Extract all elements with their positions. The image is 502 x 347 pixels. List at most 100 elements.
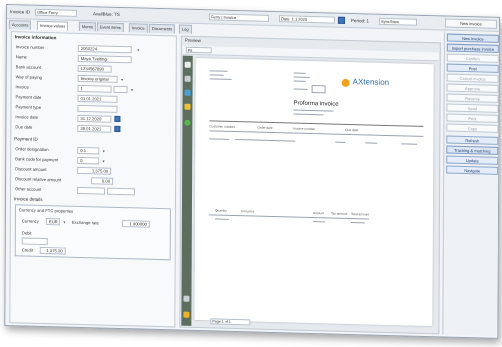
post-button[interactable]: Post bbox=[446, 63, 499, 73]
debit-input[interactable] bbox=[21, 237, 48, 246]
doc-text: Invoice number bbox=[293, 126, 316, 132]
reverse-button[interactable]: Reverse bbox=[446, 93, 499, 103]
calendar-icon[interactable] bbox=[337, 16, 345, 24]
tab-invoice[interactable]: Invoice bbox=[128, 23, 148, 33]
invoice-document: AXtension Proforma invoice Customer numb… bbox=[194, 57, 434, 327]
folder-icon[interactable] bbox=[183, 311, 190, 318]
pin-icon[interactable] bbox=[183, 295, 190, 302]
exchange-rate-input[interactable]: 1.000000 bbox=[121, 220, 150, 228]
invoice-extra-input[interactable] bbox=[113, 85, 128, 94]
payment-date-input[interactable]: 01.01.2021 bbox=[77, 94, 118, 103]
refresh-icon[interactable] bbox=[184, 119, 191, 126]
document-title: Proforma invoice bbox=[293, 100, 339, 108]
other-account-input[interactable] bbox=[77, 186, 106, 195]
sync-select[interactable]: Sync/New bbox=[378, 17, 417, 26]
invoice-number-input[interactable]: 2050224 bbox=[77, 44, 132, 54]
doc-text: Customer number bbox=[209, 124, 235, 129]
order-designation-select[interactable]: 0.1 bbox=[77, 146, 100, 155]
invoice-count-input[interactable]: 1 bbox=[77, 84, 112, 93]
globe-icon[interactable] bbox=[184, 89, 191, 96]
zoom-select[interactable]: Fit bbox=[185, 46, 212, 54]
action-pane: New invoice Import purchase invoice Conf… bbox=[442, 31, 500, 336]
doc-text: Total amount bbox=[350, 212, 370, 217]
bank-code-select[interactable]: 0 bbox=[77, 156, 100, 165]
tab-memo[interactable]: Memo bbox=[78, 21, 97, 32]
send-button[interactable]: Send bbox=[446, 103, 499, 113]
preview-title: Preview bbox=[184, 37, 201, 44]
field-label: Invoice bbox=[15, 84, 29, 90]
print-button[interactable]: Print bbox=[446, 113, 499, 123]
field-label: Bank code for payment bbox=[15, 156, 59, 163]
invoice-form: Invoice information Invoice number 20502… bbox=[9, 31, 177, 328]
navigate-button[interactable]: Navigate bbox=[446, 165, 499, 175]
field-label: Due date bbox=[15, 124, 33, 130]
tab-accounts[interactable]: Accounts bbox=[8, 20, 32, 30]
confirm-button[interactable]: Confirm bbox=[446, 53, 499, 63]
doc-line bbox=[350, 222, 365, 224]
copy-button[interactable]: Copy bbox=[446, 123, 499, 133]
doc-line bbox=[293, 80, 306, 82]
import-purchase-invoice-button[interactable]: Import purchase invoice bbox=[446, 43, 499, 53]
doc-line bbox=[209, 130, 424, 137]
tab-documents[interactable]: Documents bbox=[148, 23, 176, 34]
tracking-matching-button[interactable]: Tracking & matching bbox=[446, 145, 499, 155]
doc-text: Tax amount bbox=[330, 211, 348, 216]
field-label: Other account bbox=[15, 186, 42, 192]
tab-invoice-values[interactable]: Invoice values bbox=[36, 20, 69, 31]
chevron-down-icon[interactable]: ▾ bbox=[62, 219, 67, 225]
tab-log[interactable]: Log bbox=[178, 24, 192, 34]
field-label: Bank account bbox=[15, 64, 42, 70]
doc-text: Amount bbox=[312, 211, 324, 216]
refresh-button[interactable]: Refresh bbox=[446, 135, 499, 145]
update-button[interactable]: Update bbox=[446, 155, 499, 165]
field-label: Invoice number bbox=[15, 44, 45, 51]
chevron-down-icon[interactable]: ▾ bbox=[136, 47, 141, 52]
doc-line bbox=[209, 78, 232, 80]
approve-button[interactable]: Approve bbox=[446, 83, 499, 93]
currency-label: Currency bbox=[21, 218, 39, 224]
calendar-icon[interactable] bbox=[114, 125, 121, 132]
credit-input[interactable]: 1,375.00 bbox=[39, 246, 66, 255]
chevron-down-icon[interactable]: ▾ bbox=[101, 148, 106, 154]
field-label: Payment type bbox=[15, 104, 42, 110]
payment-type-input[interactable] bbox=[77, 104, 118, 113]
new-invoice-top-button[interactable]: New invoice bbox=[444, 18, 497, 29]
invoice-date-input[interactable]: 31.12.2020 bbox=[77, 114, 112, 123]
page-icon[interactable] bbox=[184, 61, 191, 68]
discount-amount-input[interactable]: 1,375.00 bbox=[77, 166, 112, 175]
chevron-down-icon[interactable]: ▾ bbox=[101, 158, 106, 164]
tab-event-items[interactable]: Event items bbox=[96, 22, 124, 33]
star-icon[interactable] bbox=[184, 103, 191, 110]
other-account-name-input[interactable] bbox=[107, 187, 136, 196]
credit-label: Credit bbox=[21, 247, 33, 253]
customer-label: Invoice ID bbox=[9, 9, 30, 15]
payment-way-select[interactable]: Invoice original bbox=[77, 74, 118, 83]
date-input[interactable]: Date: 1.1.2020 bbox=[278, 15, 335, 24]
invoice-info-title: Invoice information bbox=[14, 34, 57, 41]
new-invoice-button[interactable]: New invoice bbox=[446, 33, 499, 43]
field-label: Invoice date bbox=[15, 114, 39, 120]
calendar-icon[interactable] bbox=[114, 115, 121, 122]
doc-line bbox=[293, 72, 306, 74]
chevron-down-icon[interactable]: ▾ bbox=[130, 87, 135, 92]
doc-line bbox=[209, 138, 230, 140]
cancel-invoice-button[interactable]: Cancel invoice bbox=[446, 73, 499, 83]
print-icon[interactable] bbox=[184, 75, 191, 82]
currency-select[interactable]: EUR bbox=[45, 218, 60, 226]
doc-line bbox=[365, 142, 378, 144]
invoice-details-title: Invoice details bbox=[13, 196, 43, 202]
customer-input[interactable]: Office Ferry bbox=[34, 8, 77, 17]
doc-line bbox=[312, 221, 325, 223]
discount-relative-input[interactable]: 0.00 bbox=[91, 177, 114, 185]
due-date-input[interactable]: 28.01.2021 bbox=[77, 124, 112, 133]
preview-side-toolbar bbox=[181, 55, 193, 326]
chevron-down-icon[interactable]: ▾ bbox=[120, 77, 125, 82]
currency-group: Currency and FTC properties Currency EUR… bbox=[14, 204, 171, 261]
bank-account-input[interactable]: 1234567890 bbox=[77, 64, 112, 73]
doc-line bbox=[214, 218, 229, 220]
name-input[interactable]: Maya Tveiting bbox=[77, 54, 132, 64]
invoice-type-select[interactable]: Ferry | Invoice bbox=[208, 13, 269, 22]
exchange-rate-label: Exchange rate bbox=[71, 219, 99, 226]
field-label: Name bbox=[15, 54, 27, 60]
page-indicator[interactable]: Page 1 of 1 bbox=[210, 318, 251, 326]
